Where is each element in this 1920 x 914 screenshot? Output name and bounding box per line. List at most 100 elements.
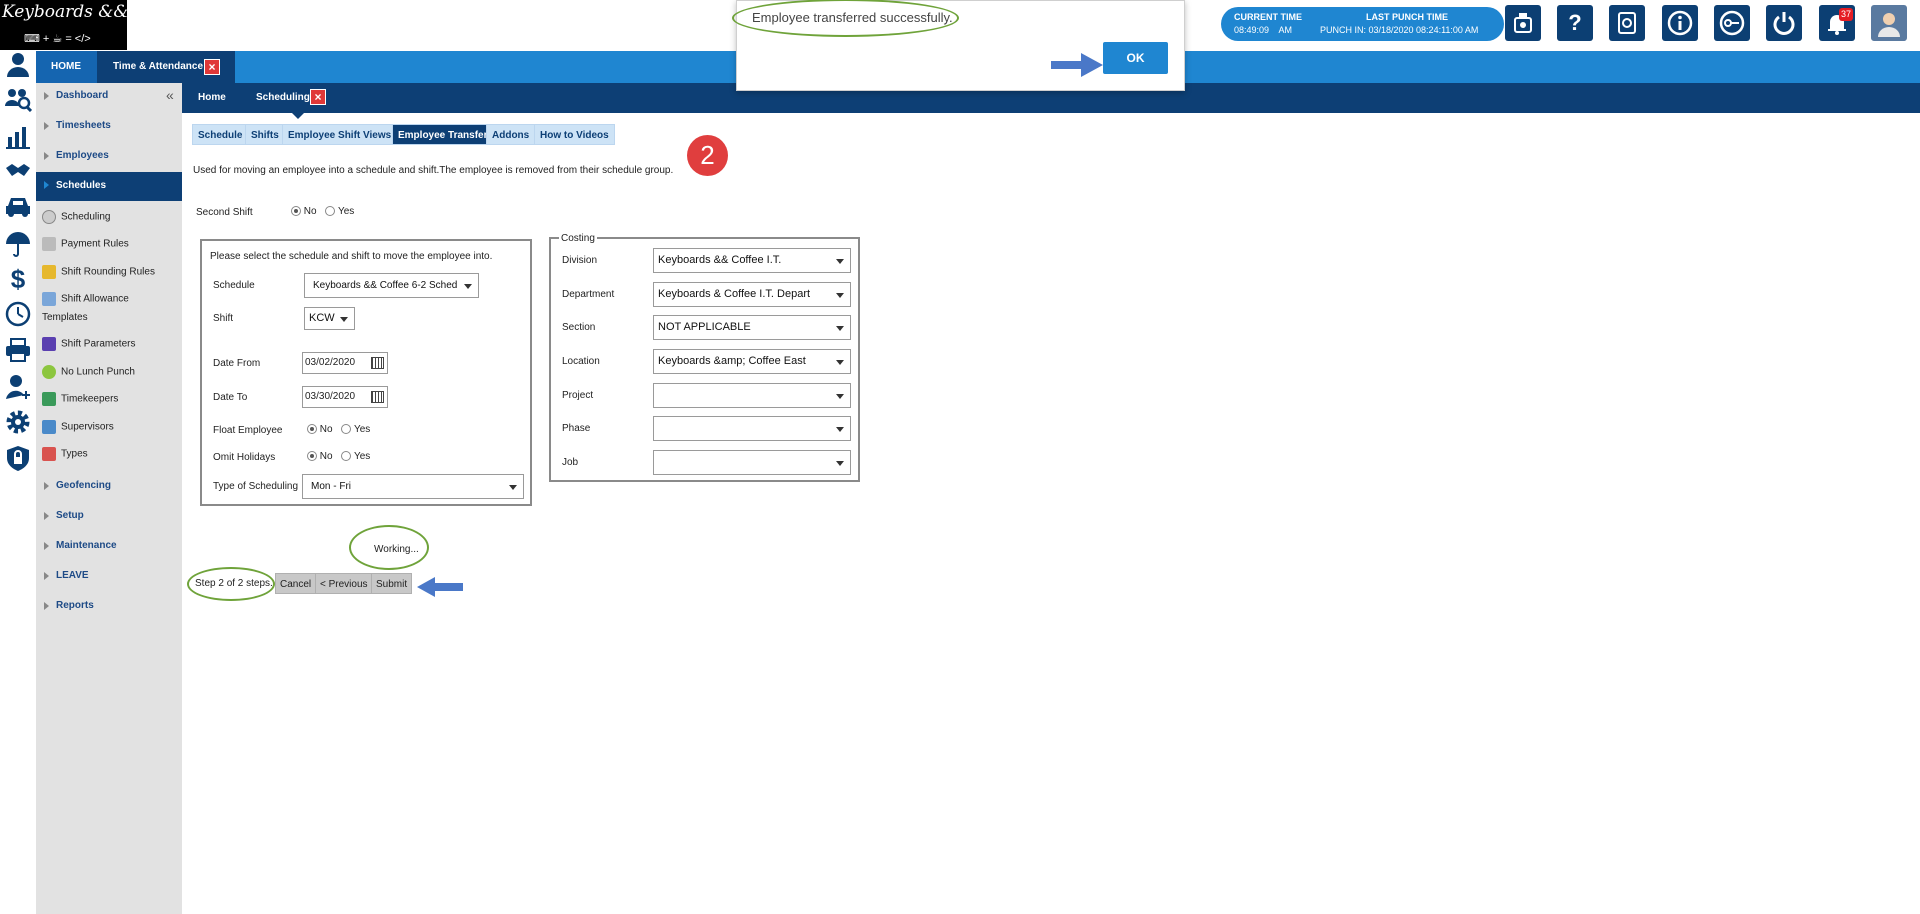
phase-select[interactable]: [653, 416, 851, 441]
add-user-icon[interactable]: [4, 373, 32, 401]
division-select[interactable]: Keyboards && Coffee I.T.: [653, 248, 851, 273]
section-select[interactable]: NOT APPLICABLE: [653, 315, 851, 340]
subtab-home[interactable]: Home: [198, 92, 226, 103]
printer-icon[interactable]: [4, 337, 32, 365]
location-select[interactable]: Keyboards &amp; Coffee East: [653, 349, 851, 374]
costing-legend: Costing: [559, 233, 597, 244]
section-label: Section: [562, 322, 596, 333]
sidebar-item-schedules[interactable]: Schedules: [36, 172, 182, 201]
department-label: Department: [562, 289, 615, 300]
float-yes-radio[interactable]: [341, 424, 352, 435]
location-value: Keyboards &amp; Coffee East: [658, 355, 806, 367]
sidebar-sub-shift-rounding-rules[interactable]: Shift Rounding Rules: [42, 265, 155, 279]
job-select[interactable]: [653, 450, 851, 475]
sidebar-sub-label: Shift Rounding Rules: [61, 266, 155, 278]
clock-icon[interactable]: [4, 301, 32, 329]
chevron-down-icon: [836, 258, 844, 264]
user-icon[interactable]: [4, 51, 32, 79]
sidebar-sub-scheduling[interactable]: Scheduling: [42, 210, 110, 224]
sidebar-item-label: Schedules: [56, 180, 107, 191]
tab-shifts[interactable]: Shifts: [245, 124, 285, 145]
float-no-radio[interactable]: [307, 424, 317, 435]
sidebar-item-timesheets[interactable]: Timesheets: [36, 113, 182, 141]
tab-home[interactable]: HOME: [51, 61, 81, 72]
shield-lock-icon[interactable]: [4, 444, 32, 472]
sidebar-item-maintenance[interactable]: Maintenance: [36, 533, 182, 561]
help-icon[interactable]: ?: [1557, 5, 1593, 41]
calendar-icon[interactable]: [371, 391, 384, 403]
department-select[interactable]: Keyboards & Coffee I.T. Depart: [653, 282, 851, 307]
omit-yes-radio[interactable]: [341, 451, 352, 462]
tab-addons[interactable]: Addons: [486, 124, 536, 145]
notification-count-badge: 37: [1839, 8, 1853, 21]
food-icon: [42, 365, 56, 379]
sidebar-sub-types[interactable]: Types: [42, 447, 88, 461]
date-from-input[interactable]: 03/02/2020: [302, 352, 388, 374]
tab-employee-transfer[interactable]: Employee Transfer: [392, 124, 494, 145]
logo-title: Keyboards && Coffee: [2, 2, 190, 22]
people-search-icon[interactable]: [4, 86, 33, 114]
sidebar-sub-shift-parameters[interactable]: Shift Parameters: [42, 337, 135, 351]
second-shift-yes-radio[interactable]: [325, 206, 336, 217]
tab-time-attendance[interactable]: Time & Attendance: [113, 61, 203, 72]
tab-schedule[interactable]: Schedule: [192, 124, 249, 145]
handshake-icon[interactable]: [4, 158, 32, 186]
project-select[interactable]: [653, 383, 851, 408]
bar-chart-icon[interactable]: [4, 123, 32, 151]
last-punch-value: PUNCH IN: 03/18/2020 08:24:11:00 AM: [1320, 25, 1479, 35]
second-shift-no-radio[interactable]: [291, 206, 301, 217]
avatar-icon[interactable]: [1871, 5, 1907, 41]
chevron-down-icon: [836, 292, 844, 298]
date-from-value: 03/02/2020: [305, 357, 356, 368]
document-icon[interactable]: [1609, 5, 1645, 41]
current-time-value: 08:49:09 AM: [1234, 25, 1293, 35]
sidebar-sub-no-lunch-punch[interactable]: No Lunch Punch: [42, 365, 135, 379]
close-tab-time-attendance-icon[interactable]: ×: [204, 59, 220, 75]
cancel-button[interactable]: Cancel: [275, 573, 317, 594]
sidebar-sub-supervisors[interactable]: Supervisors: [42, 420, 114, 434]
shift-select[interactable]: KCW: [304, 307, 355, 330]
sidebar-item-employees[interactable]: Employees: [36, 143, 182, 171]
date-to-input[interactable]: 03/30/2020: [302, 386, 388, 408]
dollar-icon[interactable]: $: [4, 265, 32, 293]
schedule-select[interactable]: Keyboards && Coffee 6-2 Sched: [304, 273, 479, 298]
radio-label: No: [303, 206, 317, 217]
sidebar-item-setup[interactable]: Setup: [36, 503, 182, 531]
sidebar-item-dashboard[interactable]: Dashboard: [36, 83, 182, 111]
sidebar-sub-timekeepers[interactable]: Timekeepers: [42, 392, 118, 406]
sidebar-item-label: Setup: [56, 510, 84, 521]
ok-button[interactable]: OK: [1103, 42, 1168, 74]
umbrella-icon[interactable]: [4, 230, 32, 258]
sidebar-item-leave[interactable]: LEAVE: [36, 563, 182, 591]
type-of-scheduling-select[interactable]: Mon - Fri: [302, 474, 524, 499]
sidebar-sub-templates[interactable]: Templates: [42, 312, 88, 323]
sidebar-item-reports[interactable]: Reports: [36, 593, 182, 621]
subtab-scheduling[interactable]: Scheduling: [256, 92, 310, 103]
calendar-icon[interactable]: [371, 357, 384, 369]
date-to-label: Date To: [213, 392, 248, 403]
gear-icon[interactable]: [4, 408, 32, 436]
time-panel: CURRENT TIME 08:49:09 AM LAST PUNCH TIME…: [1221, 7, 1504, 41]
chevron-down-icon: [836, 393, 844, 399]
sidebar-item-geofencing[interactable]: Geofencing: [36, 473, 182, 501]
sidebar-sub-shift-allowance[interactable]: Shift Allowance: [42, 292, 129, 306]
sidebar-sub-payment-rules[interactable]: Payment Rules: [42, 237, 129, 251]
step-indicator: Step 2 of 2 steps.: [195, 578, 273, 589]
submit-button[interactable]: Submit: [371, 573, 413, 594]
power-icon[interactable]: [1766, 5, 1802, 41]
info-icon[interactable]: [1662, 5, 1698, 41]
previous-button[interactable]: < Previous: [315, 573, 373, 594]
radio-label: No: [319, 451, 333, 462]
car-icon[interactable]: [4, 194, 32, 222]
type-of-scheduling-value: Mon - Fri: [311, 481, 351, 492]
chevron-down-icon: [836, 460, 844, 466]
omit-no-radio[interactable]: [307, 451, 317, 462]
badge-icon[interactable]: [1505, 5, 1541, 41]
key-icon[interactable]: [1714, 5, 1750, 41]
module-icon-bar: $: [0, 51, 36, 914]
tab-employee-shift-views[interactable]: Employee Shift Views: [282, 124, 398, 145]
close-subtab-scheduling-icon[interactable]: ×: [310, 89, 326, 105]
page-description: Used for moving an employee into a sched…: [193, 165, 674, 176]
last-punch-label: LAST PUNCH TIME: [1366, 12, 1448, 22]
tab-how-to-videos[interactable]: How to Videos: [534, 124, 615, 145]
